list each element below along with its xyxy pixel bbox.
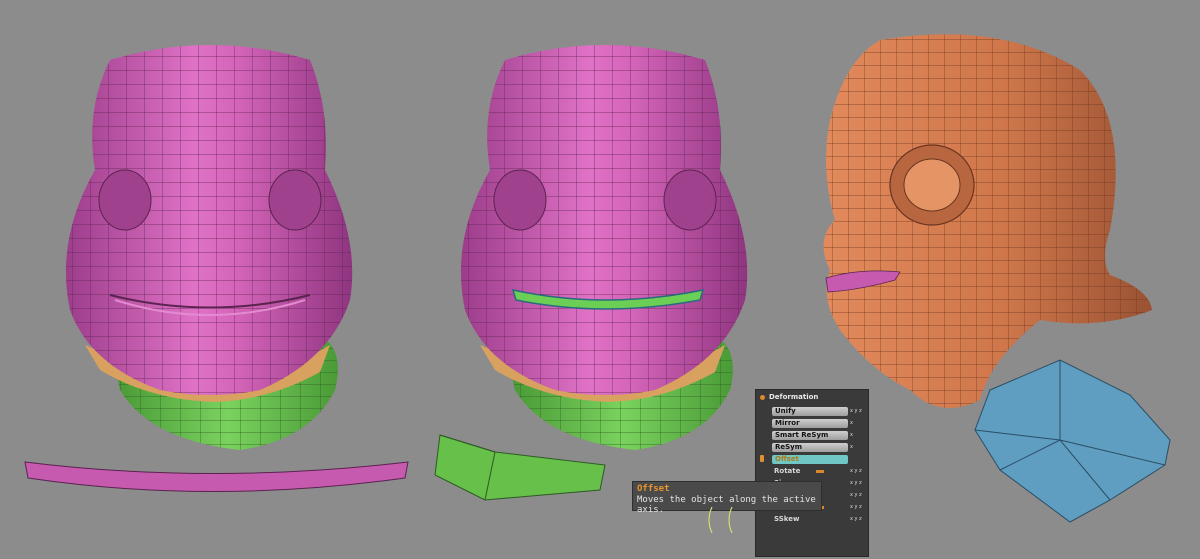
head-2-lip-strip xyxy=(434,434,606,501)
deformation-panel: Deformation Unify x y z Mirror x Smart R… xyxy=(755,389,869,557)
resym-button[interactable]: ReSym xyxy=(772,442,848,452)
offset-slider[interactable]: Offset xyxy=(772,454,848,464)
sskew-axis-marks[interactable]: x y z xyxy=(850,516,864,522)
rotate-slider[interactable]: Rotate xyxy=(772,467,848,476)
mirror-row: Mirror x xyxy=(772,418,864,428)
offset-row: Offset xyxy=(760,454,864,464)
unify-row: Unify x y z xyxy=(772,406,864,416)
size-axis-marks[interactable]: x y z xyxy=(850,480,864,486)
bend-axis-marks[interactable]: x y z xyxy=(850,492,864,498)
offset-indicator-icon xyxy=(760,455,764,462)
mirror-axis-marks[interactable]: x xyxy=(850,420,864,426)
smart-resym-axis-marks[interactable]: x xyxy=(850,432,864,438)
slider-handle-icon[interactable] xyxy=(816,470,824,473)
rotate-row: Rotate x y z xyxy=(772,466,864,476)
smart-resym-button[interactable]: Smart ReSym xyxy=(772,430,848,440)
deformation-title: Deformation xyxy=(769,393,819,401)
head-2-model[interactable] xyxy=(460,45,748,450)
unify-button[interactable]: Unify xyxy=(772,406,848,416)
head-1-model[interactable] xyxy=(65,45,353,450)
deformation-header[interactable]: Deformation xyxy=(756,390,868,404)
resym-axis-marks[interactable]: x xyxy=(850,444,864,450)
rotate-axis-marks[interactable]: x y z xyxy=(850,468,864,474)
gizmo-wire-icon xyxy=(708,506,733,534)
mirror-button[interactable]: Mirror xyxy=(772,418,848,428)
3d-viewport[interactable] xyxy=(0,0,1200,559)
viewport-canvas xyxy=(24,34,1171,523)
head-1-lip-strip xyxy=(24,461,409,492)
skew-axis-marks[interactable]: x y z xyxy=(850,504,864,510)
unify-axis-marks[interactable]: x y z xyxy=(850,408,864,414)
panel-collapse-dot-icon xyxy=(760,394,765,400)
head-3-model[interactable] xyxy=(823,34,1152,409)
tooltip-title: Offset xyxy=(637,484,670,494)
resym-row: ReSym x xyxy=(772,442,864,452)
smart-resym-row: Smart ReSym x xyxy=(772,430,864,440)
head-3-lip-piece xyxy=(974,359,1171,523)
